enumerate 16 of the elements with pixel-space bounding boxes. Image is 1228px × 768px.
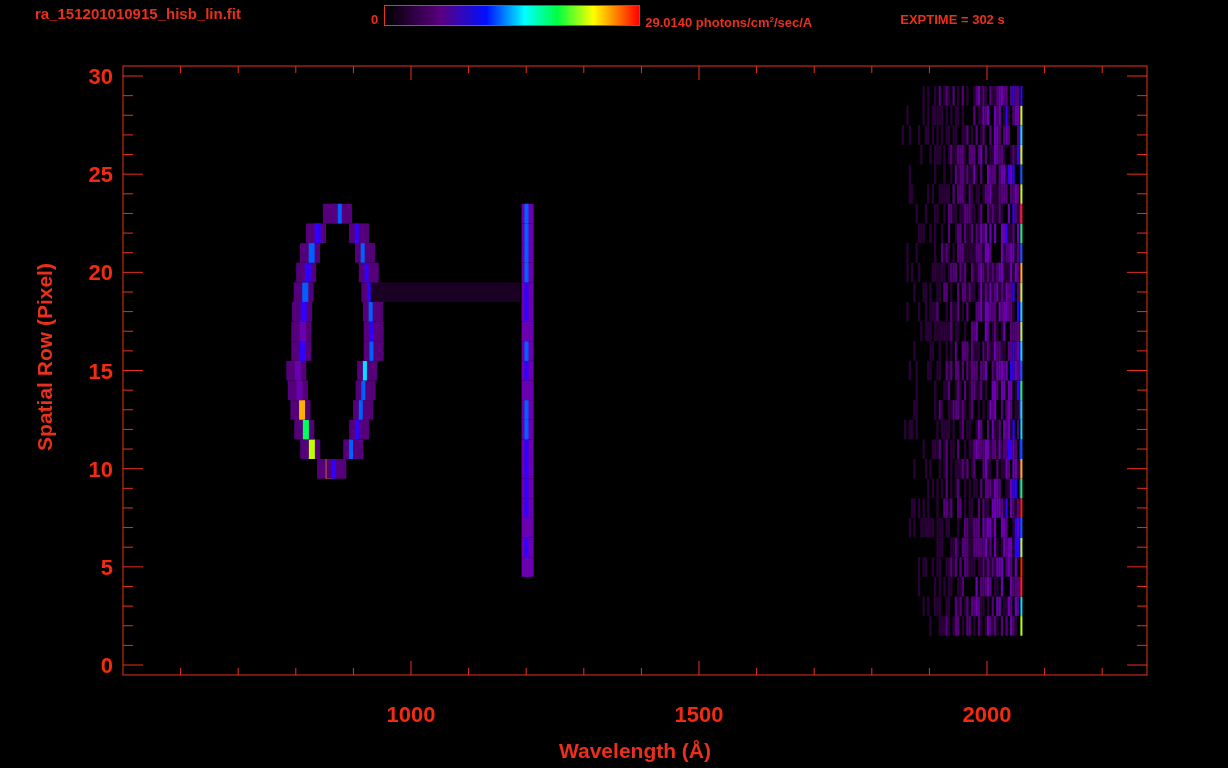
x-tick-label: 2000	[962, 702, 1012, 727]
x-axis-title: Wavelength (Å)	[558, 739, 712, 762]
x-tick-label: 1500	[674, 702, 724, 727]
y-axis-title: Spatial Row (Pixel)	[33, 263, 56, 451]
colorbar-min-label: 0	[371, 13, 379, 27]
y-tick-label: 10	[88, 456, 113, 482]
y-tick-label: 25	[88, 162, 113, 188]
y-tick-label: 20	[88, 260, 113, 286]
file-name: ra_151201010915_hisb_lin.fit	[35, 5, 241, 23]
y-tick-label: 0	[100, 653, 113, 678]
colorbar-max-label: 29.0140 photons/cm$^{2}$/sec/A	[645, 14, 813, 31]
y-tick-label: 15	[88, 358, 113, 384]
y-tick-label: 5	[100, 554, 113, 580]
y-tick-label: 30	[88, 64, 113, 89]
x-tick-label: 1000	[386, 702, 436, 727]
exposure-label: EXPTIME = 302 s	[900, 13, 1005, 27]
